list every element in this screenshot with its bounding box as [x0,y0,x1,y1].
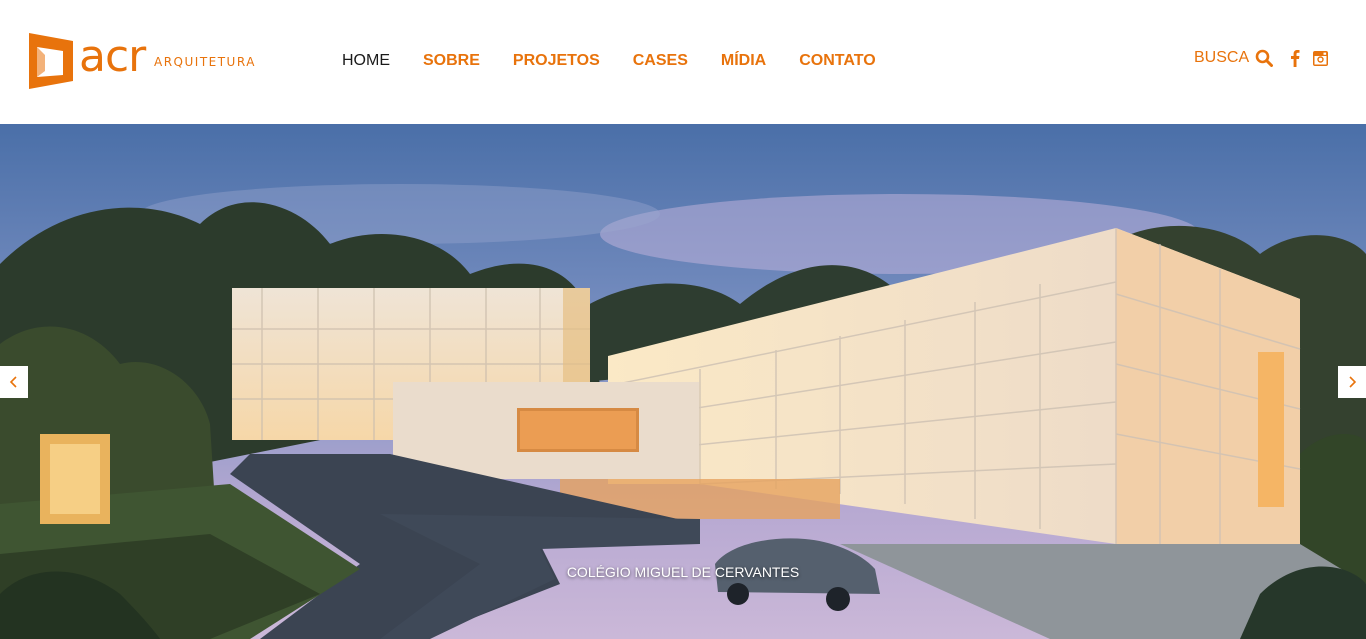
chevron-right-icon [1349,376,1357,388]
hero-slider: COLÉGIO MIGUEL DE CERVANTES [0,124,1366,639]
nav-item-contato[interactable]: CONTATO [799,51,875,71]
main-nav: HOME SOBRE PROJETOS CASES MÍDIA CONTATO [342,51,909,71]
logo[interactable]: acr ARQUITETURA [29,33,259,91]
search-label[interactable]: BUSCA [1194,49,1249,67]
nav-item-midia[interactable]: MÍDIA [721,51,766,71]
logo-mark-icon [29,33,73,89]
nav-item-home[interactable]: HOME [342,51,390,71]
nav-item-sobre[interactable]: SOBRE [423,51,480,71]
slider-next-button[interactable] [1338,366,1366,398]
chevron-left-icon [9,376,17,388]
slide-caption: COLÉGIO MIGUEL DE CERVANTES [566,564,800,580]
logo-wordmark: acr [79,31,146,82]
nav-item-cases[interactable]: CASES [633,51,688,71]
search-icon[interactable] [1255,49,1274,67]
slider-prev-button[interactable] [0,366,28,398]
logo-subtitle: ARQUITETURA [154,55,256,69]
header-tools: BUSCA [1194,48,1329,68]
facebook-icon[interactable] [1290,49,1300,67]
instagram-icon[interactable] [1313,50,1329,66]
nav-item-projetos[interactable]: PROJETOS [513,51,600,71]
hero-image [0,124,1366,639]
site-header: acr ARQUITETURA HOME SOBRE PROJETOS CASE… [0,0,1366,124]
